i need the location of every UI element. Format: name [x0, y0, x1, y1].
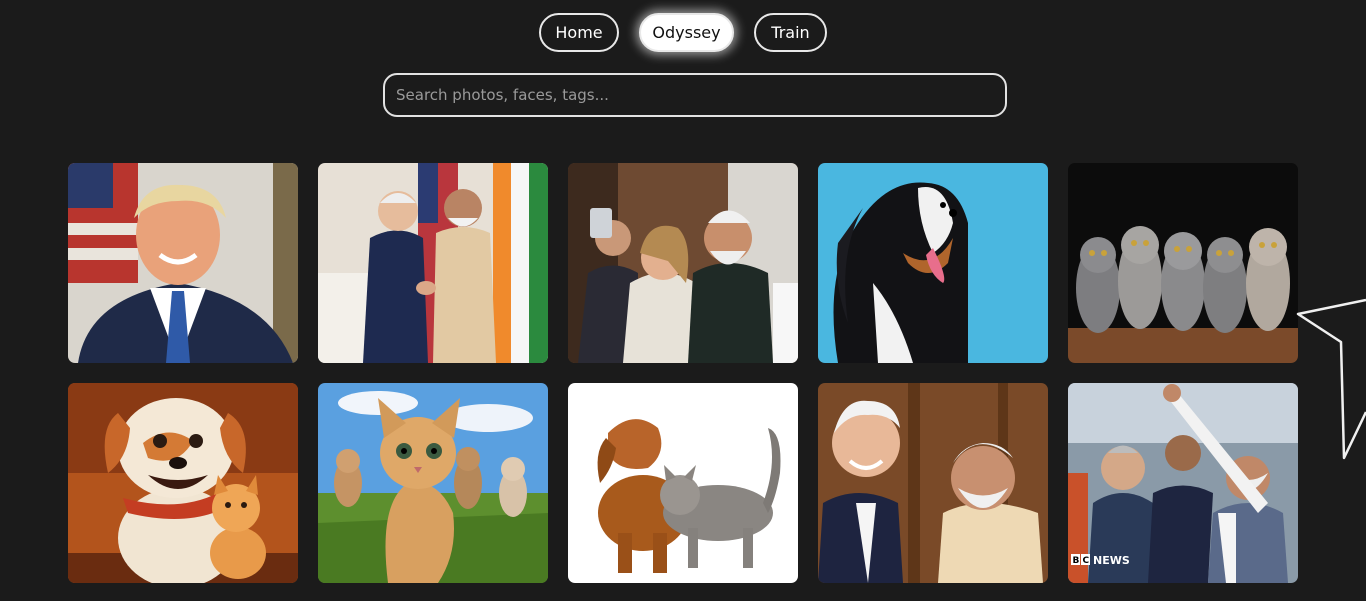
top-nav: Home Odyssey Train	[0, 13, 1366, 53]
star-decoration	[1296, 298, 1366, 460]
app-page: Home Odyssey Train Search photos, faces,…	[0, 0, 1366, 601]
svg-text:B: B	[1073, 556, 1080, 566]
search-input[interactable]	[383, 73, 1007, 117]
photo-image	[68, 383, 298, 583]
photo-tile[interactable]	[318, 383, 548, 583]
photo-tile[interactable]	[318, 163, 548, 363]
photo-image	[818, 383, 1048, 583]
photo-tile[interactable]	[818, 383, 1048, 583]
photo-tile[interactable]	[818, 163, 1048, 363]
odyssey-button[interactable]: Odyssey	[639, 13, 734, 52]
photo-image	[568, 383, 798, 583]
train-button[interactable]: Train	[754, 13, 827, 52]
photo-tile[interactable]	[68, 383, 298, 583]
photo-tile[interactable]	[568, 163, 798, 363]
photo-tile[interactable]: B C NEWS	[1068, 383, 1298, 583]
photo-image	[818, 163, 1048, 363]
svg-text:NEWS: NEWS	[1093, 554, 1130, 567]
photo-image	[318, 383, 548, 583]
photo-tile[interactable]	[568, 383, 798, 583]
photo-image	[318, 163, 548, 363]
home-button[interactable]: Home	[539, 13, 619, 52]
svg-text:C: C	[1083, 556, 1090, 566]
photo-tile[interactable]	[1068, 163, 1298, 363]
photo-tile[interactable]	[68, 163, 298, 363]
photo-image: B C NEWS	[1068, 383, 1298, 583]
photo-image	[568, 163, 798, 363]
photo-image	[68, 163, 298, 363]
photo-image	[1068, 163, 1298, 363]
